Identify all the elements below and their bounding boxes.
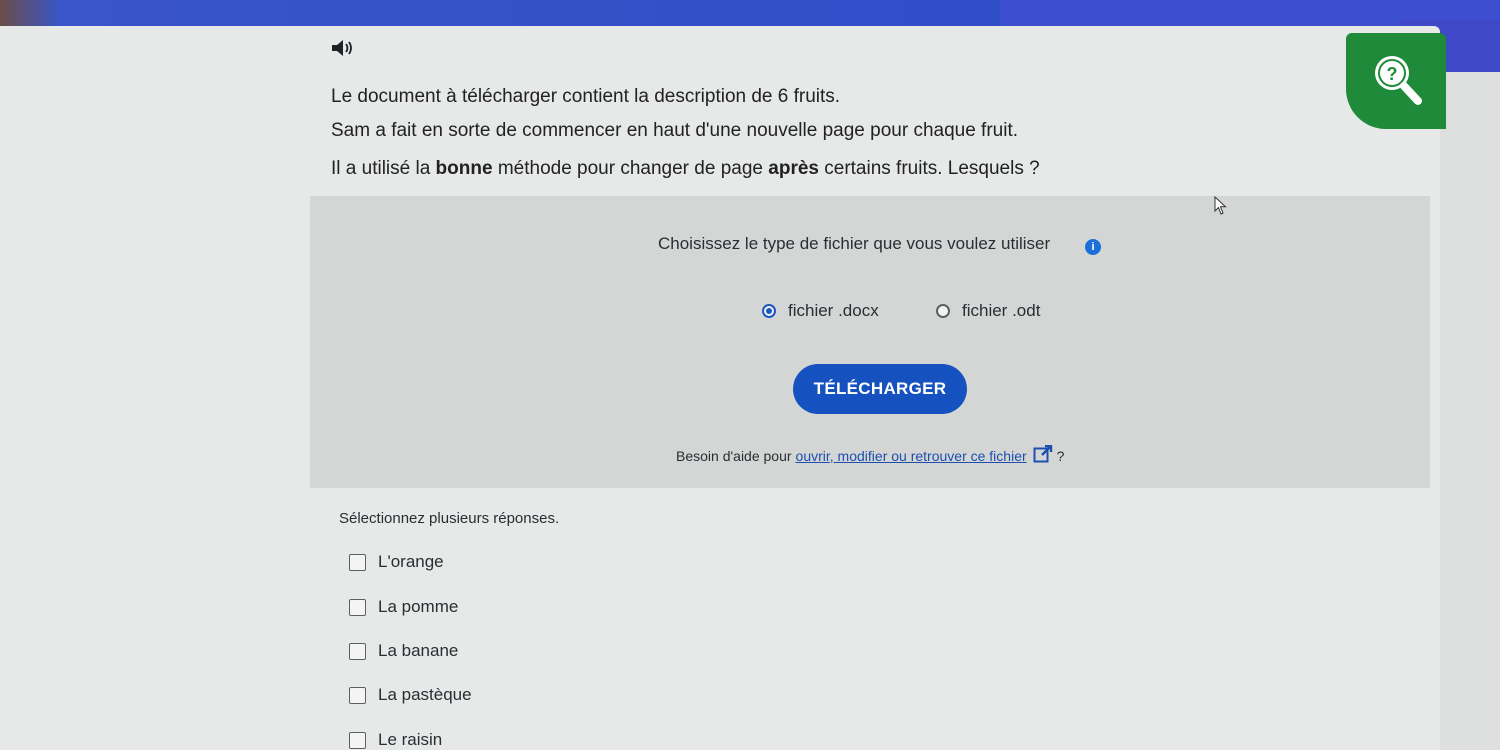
radio-selected-icon[interactable]: [762, 304, 776, 318]
question-line-2: Sam a fait en sorte de commencer en haut…: [331, 120, 1019, 141]
mouse-cursor-icon: [1214, 195, 1228, 221]
choice-pasteque[interactable]: La pastèque: [349, 685, 472, 705]
question-emphasis: après: [768, 158, 819, 179]
question-text: Il a utilisé la: [331, 158, 436, 179]
download-panel-title: Choisissez le type de fichier que vous v…: [658, 234, 1051, 253]
file-help-link[interactable]: ouvrir, modifier ou retrouver ce fichier: [796, 448, 1027, 464]
choice-raisin[interactable]: Le raisin: [349, 730, 442, 750]
download-panel: Choisissez le type de fichier que vous v…: [310, 196, 1430, 488]
choice-pomme[interactable]: La pomme: [349, 597, 458, 617]
checkbox[interactable]: [349, 642, 366, 660]
choice-label: L'orange: [378, 552, 444, 571]
choice-orange[interactable]: L'orange: [349, 552, 444, 572]
radio-unselected-icon[interactable]: [936, 304, 950, 318]
question-line-3: Il a utilisé la bonne méthode pour chang…: [331, 158, 1040, 180]
question-text: méthode pour changer de page: [492, 158, 769, 179]
file-help-line: Besoin d'aide pour ouvrir, modifier ou r…: [676, 444, 1065, 466]
help-button[interactable]: ?: [1346, 33, 1446, 129]
question-line-1: Le document à télécharger contient la de…: [331, 86, 841, 107]
question-text: certains fruits. Lesquels ?: [818, 158, 1040, 179]
checkbox[interactable]: [349, 686, 366, 704]
speaker-icon[interactable]: [330, 37, 358, 59]
multi-select-hint: Sélectionnez plusieurs réponses.: [339, 510, 560, 527]
question-emphasis: bonne: [435, 158, 493, 179]
checkbox[interactable]: [349, 731, 366, 749]
help-magnifier-icon: ?: [1375, 56, 1422, 105]
choice-label: La banane: [378, 641, 459, 660]
file-help-prefix: Besoin d'aide pour: [676, 447, 792, 464]
choice-label: Le raisin: [378, 730, 443, 749]
file-help-suffix: ?: [1056, 447, 1065, 464]
download-button[interactable]: TÉLÉCHARGER: [793, 364, 967, 414]
choice-label: La pomme: [378, 597, 459, 616]
choice-label: La pastèque: [378, 685, 472, 704]
checkbox[interactable]: [349, 553, 366, 571]
radio-docx[interactable]: fichier .docx: [762, 301, 879, 321]
radio-odt-label: fichier .odt: [962, 301, 1041, 320]
info-icon[interactable]: i: [1085, 239, 1101, 255]
radio-odt[interactable]: fichier .odt: [936, 301, 1040, 321]
external-link-icon[interactable]: [1033, 444, 1053, 466]
svg-text:?: ?: [1387, 64, 1398, 84]
checkbox[interactable]: [349, 598, 366, 616]
radio-docx-label: fichier .docx: [788, 301, 879, 320]
choice-banane[interactable]: La banane: [349, 641, 458, 661]
